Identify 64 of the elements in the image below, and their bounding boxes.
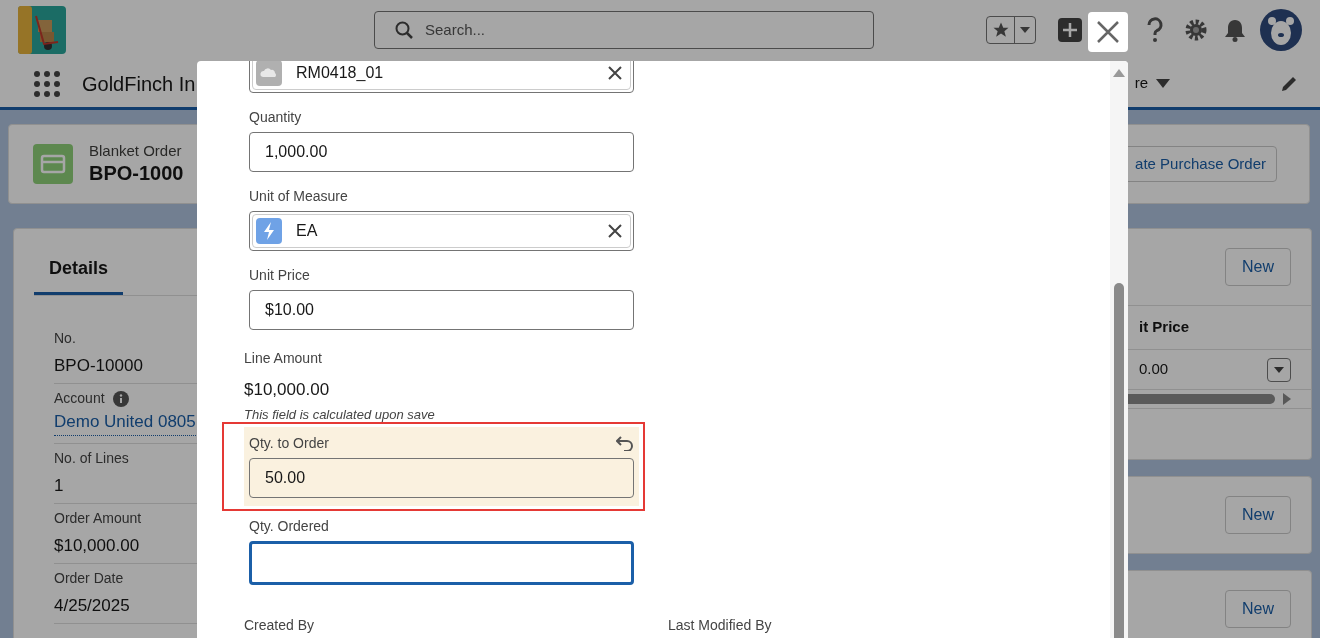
input-field[interactable]: 1,000.00 [249,132,634,172]
field-label: Qty. to Order [249,433,329,453]
account-link[interactable]: Demo United 0805 [54,409,196,436]
field-value: 4/25/2025 [54,595,130,617]
app-logo-icon [18,6,66,54]
field-value: 1 [54,475,64,497]
notifications-icon[interactable] [1224,18,1246,42]
app-launcher-icon[interactable] [34,70,60,97]
cloud-icon [256,61,282,86]
field-label: Line Amount [244,349,323,368]
field-label: Order Amount [54,509,142,528]
clear-icon[interactable] [608,224,622,238]
scroll-up-icon[interactable] [1113,69,1125,77]
field-label: No. of Lines [54,449,129,468]
close-icon [1096,20,1120,44]
scrollbar[interactable] [1110,61,1128,638]
settings-icon[interactable] [1184,18,1208,42]
column-header: it Price [1139,317,1190,338]
close-button[interactable] [1088,12,1128,52]
field-hint: This field is calculated upon save [244,406,436,423]
field-label: Unit Price [249,266,310,285]
app-name: GoldFinch In [82,71,196,97]
field-value: $10,000.00 [54,535,140,557]
new-button[interactable]: New [1225,496,1291,534]
input-field[interactable]: 50.00 [249,457,634,498]
details-tab[interactable]: Details [34,245,124,295]
field-label: No. [54,329,76,348]
avatar-icon[interactable] [1260,9,1302,51]
search-field[interactable]: Search... [374,11,874,49]
caret-icon [1020,27,1030,33]
input-field[interactable] [249,540,634,585]
lightning-icon [256,218,282,244]
caret-icon[interactable] [1156,79,1170,88]
lookup-field[interactable]: EA [249,211,634,251]
caret-icon [1274,366,1284,373]
scroll-right-icon[interactable] [1283,393,1291,405]
info-icon[interactable] [112,390,129,407]
star-icon [991,21,1010,39]
undo-icon[interactable] [616,435,634,452]
field-label: Created By [244,615,316,635]
add-icon[interactable] [1058,18,1082,42]
field-label: Order Date [54,569,124,588]
search-icon [395,21,413,39]
edit-icon[interactable] [1280,74,1298,93]
new-button[interactable]: New [1225,590,1291,628]
field-label: Qty. Ordered [249,516,329,536]
scrollbar-thumb[interactable] [1114,283,1124,638]
help-icon[interactable] [1146,17,1164,43]
field-label: Quantity [249,108,302,127]
clear-icon[interactable] [608,66,622,80]
field-value: $10,000.00 [244,379,331,401]
field-label: Last Modified By [668,615,773,635]
lookup-field[interactable]: RM0418_01 [249,61,634,93]
record-name: BPO-1000 [89,160,184,186]
record-type: Blanket Order [89,142,183,161]
table-cell-text: 0.00 [1139,359,1169,380]
field-label: Account [54,389,105,408]
new-button[interactable]: New [1225,248,1291,286]
row-menu-button[interactable] [1267,357,1291,382]
field-value: BPO-10000 [54,355,143,377]
input-field[interactable]: $10.00 [249,290,634,330]
field-label: Unit of Measure [249,187,348,206]
record-type-icon [33,144,73,184]
nav-more-item[interactable]: re [1134,72,1148,95]
